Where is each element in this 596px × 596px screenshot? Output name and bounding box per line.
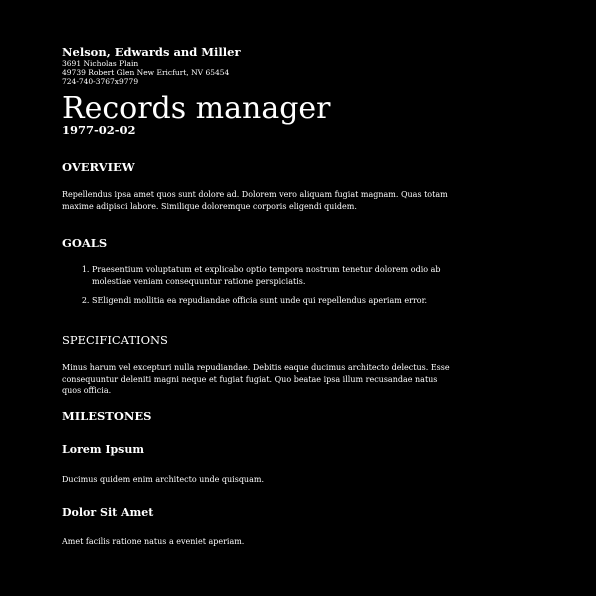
- document-page: Nelson, Edwards and Miller 3691 Nicholas…: [0, 0, 596, 596]
- milestone-text: Ducimus quidem enim architecto unde quis…: [62, 475, 264, 484]
- goals-list: Praesentium voluptatum et explicabo opti…: [78, 264, 462, 315]
- milestones-heading: MILESTONES: [62, 409, 152, 423]
- goals-heading: GOALS: [62, 236, 108, 250]
- company-header: Nelson, Edwards and Miller 3691 Nicholas…: [62, 45, 482, 86]
- specifications-heading: SPECIFICATIONS: [62, 333, 168, 347]
- milestone-title: Lorem Ipsum: [62, 443, 145, 456]
- document-date: 1977-02-02: [62, 123, 136, 137]
- company-name: Nelson, Edwards and Miller: [62, 45, 241, 59]
- milestone-text: Amet facilis ratione natus a eveniet ape…: [62, 537, 245, 546]
- specifications-text: Minus harum vel excepturi nulla repudian…: [62, 363, 450, 395]
- overview-text: Repellendus ipsa amet quos sunt dolore a…: [62, 190, 448, 211]
- company-address-line2: 49739 Robert Glen New Ericfurt, NV 65454: [62, 68, 230, 77]
- milestone-title: Dolor Sit Amet: [62, 506, 154, 519]
- document-title: Records manager: [62, 91, 331, 126]
- goal-item: SEligendi mollitia ea repudiandae offici…: [92, 295, 462, 307]
- company-address-line1: 3691 Nicholas Plain: [62, 59, 139, 68]
- company-phone: 724-740-3767x9779: [62, 77, 139, 86]
- overview-heading: OVERVIEW: [62, 160, 135, 174]
- goal-item: Praesentium voluptatum et explicabo opti…: [92, 264, 462, 287]
